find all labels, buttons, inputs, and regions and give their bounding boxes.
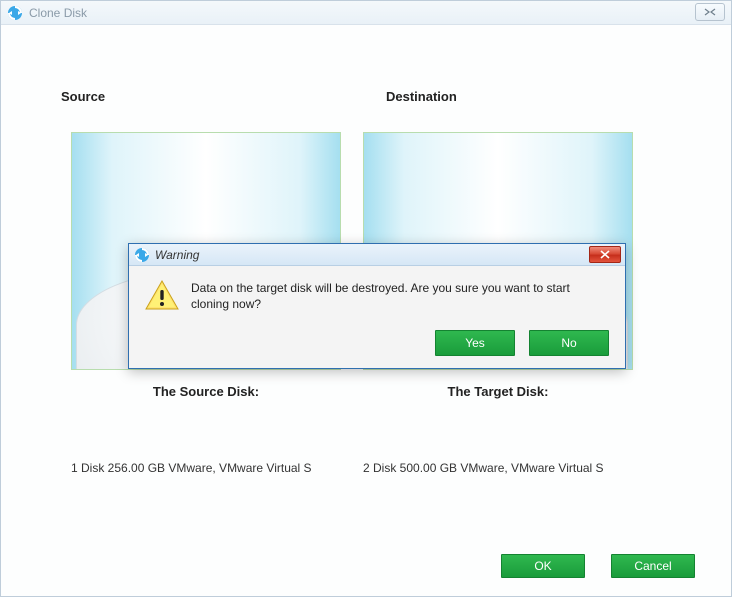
dialog-titlebar: Warning: [129, 244, 625, 266]
window-title: Clone Disk: [29, 6, 87, 20]
main-window: Clone Disk Source Destination The Source…: [0, 0, 732, 597]
warning-icon: [145, 280, 179, 310]
dialog-buttons: Yes No: [145, 330, 609, 356]
window-close-button[interactable]: [695, 3, 725, 21]
cancel-button[interactable]: Cancel: [611, 554, 695, 578]
destination-header: Destination: [346, 89, 671, 104]
source-disk-info: 1 Disk 256.00 GB VMware, VMware Virtual …: [71, 461, 341, 475]
ok-button[interactable]: OK: [501, 554, 585, 578]
dialog-close-button[interactable]: [589, 246, 621, 263]
titlebar: Clone Disk: [1, 1, 731, 25]
close-icon: [599, 250, 611, 259]
dialog-message: Data on the target disk will be destroye…: [191, 280, 609, 312]
close-glyph-icon: [704, 8, 716, 16]
app-icon: [7, 5, 23, 21]
warning-dialog: Warning Data on the target disk will be: [128, 243, 626, 369]
target-subtitle: The Target Disk:: [363, 384, 633, 399]
footer-buttons: OK Cancel: [501, 554, 695, 578]
yes-button[interactable]: Yes: [435, 330, 515, 356]
dialog-title: Warning: [155, 248, 199, 262]
target-disk-info: 2 Disk 500.00 GB VMware, VMware Virtual …: [363, 461, 633, 475]
app-icon: [134, 247, 150, 263]
disk-info-row: 1 Disk 256.00 GB VMware, VMware Virtual …: [61, 461, 671, 475]
source-header: Source: [61, 89, 346, 104]
source-subtitle: The Source Disk:: [71, 384, 341, 399]
dialog-body: Data on the target disk will be destroye…: [129, 266, 625, 368]
header-row: Source Destination: [61, 89, 671, 104]
no-button[interactable]: No: [529, 330, 609, 356]
subtitle-row: The Source Disk: The Target Disk:: [61, 384, 671, 399]
